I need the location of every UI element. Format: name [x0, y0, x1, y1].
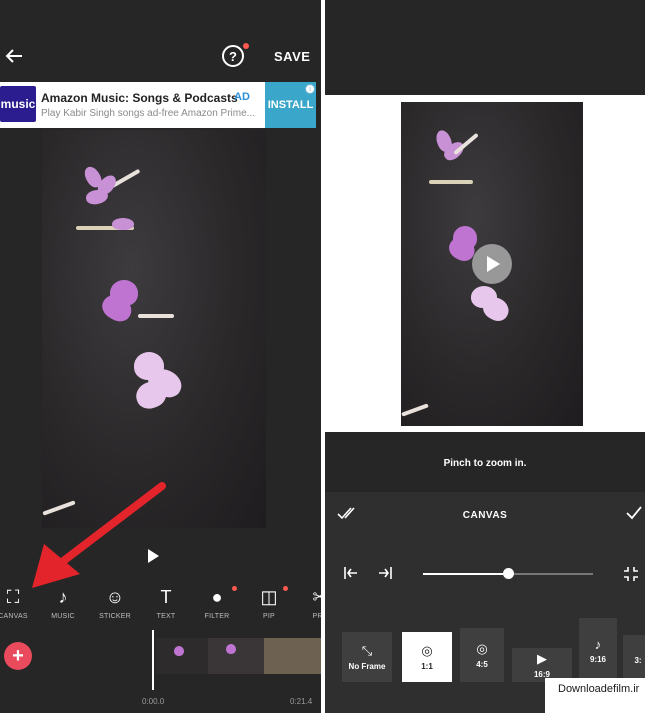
- ad-banner[interactable]: music Amazon Music: Songs & Podcasts AD …: [0, 82, 316, 128]
- shrink-icon: [624, 567, 638, 581]
- tool-label: PIP: [263, 613, 275, 620]
- music-note-icon: ♪: [58, 586, 68, 607]
- tool-canvas[interactable]: ⛶ CANVAS: [0, 585, 38, 627]
- tool-pip[interactable]: ◫ PIP: [244, 585, 294, 627]
- zoom-hint: Pinch to zoom in.: [443, 458, 527, 469]
- tool-sticker[interactable]: ☺ STICKER: [90, 585, 140, 627]
- youtube-icon: ▶: [537, 651, 547, 666]
- check-icon: [626, 506, 642, 520]
- time-start: 0:00.0: [142, 697, 165, 706]
- video-preview[interactable]: [42, 130, 266, 528]
- align-left-button[interactable]: [343, 566, 359, 585]
- frame-option[interactable]: ⤡ No Frame: [342, 632, 392, 682]
- instagram-icon: ◎: [476, 641, 488, 656]
- watermark: Downloadefilm.ir: [558, 683, 640, 695]
- tool-text[interactable]: T TEXT: [141, 585, 191, 627]
- notification-dot: [283, 586, 288, 591]
- frame-label: No Frame: [348, 662, 386, 671]
- instagram-icon: ◎: [421, 643, 433, 658]
- add-clip-button[interactable]: +: [4, 642, 32, 670]
- frame-option[interactable]: ◎ 4:5: [460, 628, 504, 682]
- frame-label: 9:16: [589, 654, 606, 664]
- frame-label: 4:5: [476, 660, 488, 669]
- flower-stem: [401, 403, 429, 417]
- zoom-slider-handle[interactable]: [503, 568, 514, 579]
- timeline-cursor[interactable]: [152, 630, 154, 690]
- flower: [226, 644, 236, 654]
- frame-option[interactable]: 3:: [623, 635, 645, 682]
- tool-label: CANVAS: [0, 613, 28, 620]
- help-button[interactable]: ?: [222, 45, 244, 67]
- frame-option[interactable]: ▶ 16:9: [512, 648, 572, 682]
- back-arrow-icon: [5, 49, 22, 63]
- back-button[interactable]: [2, 44, 26, 68]
- align-right-button[interactable]: [377, 566, 393, 585]
- tool-pre[interactable]: ✂ PRE: [295, 585, 321, 627]
- editor-panel: ? SAVE music Amazon Music: Songs & Podca…: [0, 0, 321, 713]
- tool-music[interactable]: ♪ MUSIC: [38, 585, 88, 627]
- help-icon: ?: [229, 48, 237, 64]
- clip-thumbnail: [156, 638, 208, 674]
- amazon-music-logo: music: [0, 86, 36, 122]
- ad-badge: AD: [234, 91, 250, 103]
- canvas-panel: Pinch to zoom in. CANVAS ⤡ No Frame ◎ 1:1 ◎ 4…: [325, 0, 645, 713]
- frame-label: 1:1: [421, 662, 433, 671]
- smiley-icon: ☺: [105, 586, 125, 607]
- save-button[interactable]: SAVE: [274, 49, 310, 64]
- tool-label: PRE: [312, 613, 322, 620]
- timeline-strip[interactable]: [156, 638, 321, 674]
- pip-icon: ◫: [260, 586, 278, 607]
- tool-label: MUSIC: [51, 613, 75, 620]
- tool-label: TEXT: [156, 613, 176, 620]
- ad-subtitle: Play Kabir Singh songs ad-free Amazon Pr…: [41, 108, 255, 119]
- scissors-icon: ✂: [312, 586, 321, 607]
- text-icon: T: [160, 586, 172, 607]
- filter-icon: ●: [211, 586, 223, 607]
- flower: [84, 188, 110, 206]
- tool-label: STICKER: [99, 613, 131, 620]
- red-arrow-annotation: [32, 482, 166, 588]
- clip-thumbnail: [208, 638, 264, 674]
- zoom-slider-fill: [423, 573, 508, 575]
- tool-filter[interactable]: ● FILTER: [192, 585, 242, 627]
- time-end: 0:21.4: [290, 697, 313, 706]
- align-right-icon: [379, 567, 392, 579]
- fit-button[interactable]: [623, 566, 639, 587]
- tool-label: FILTER: [204, 613, 230, 620]
- canvas-title: CANVAS: [462, 510, 508, 521]
- canvas-preview[interactable]: [325, 95, 645, 432]
- ad-info-icon[interactable]: i: [305, 84, 315, 94]
- frame-option[interactable]: ♪ 9:16: [579, 618, 617, 682]
- flower-stem: [138, 314, 174, 318]
- flower-stem: [429, 180, 473, 184]
- frame-label: 3:: [634, 655, 642, 665]
- notification-dot: [232, 586, 237, 591]
- play-button[interactable]: [472, 244, 512, 284]
- ad-title: Amazon Music: Songs & Podcasts: [41, 91, 238, 105]
- play-icon: [487, 256, 500, 272]
- flower: [174, 646, 184, 656]
- flower: [112, 218, 134, 230]
- collapse-icon: ⤡: [361, 643, 373, 658]
- tiktok-icon: ♪: [594, 636, 602, 652]
- canvas-icon: ⛶: [6, 586, 20, 607]
- clip-thumbnail: [264, 638, 321, 674]
- confirm-button[interactable]: [625, 505, 643, 525]
- notification-dot: [243, 43, 249, 49]
- frame-option[interactable]: ◎ 1:1: [402, 632, 452, 682]
- align-left-icon: [344, 567, 357, 579]
